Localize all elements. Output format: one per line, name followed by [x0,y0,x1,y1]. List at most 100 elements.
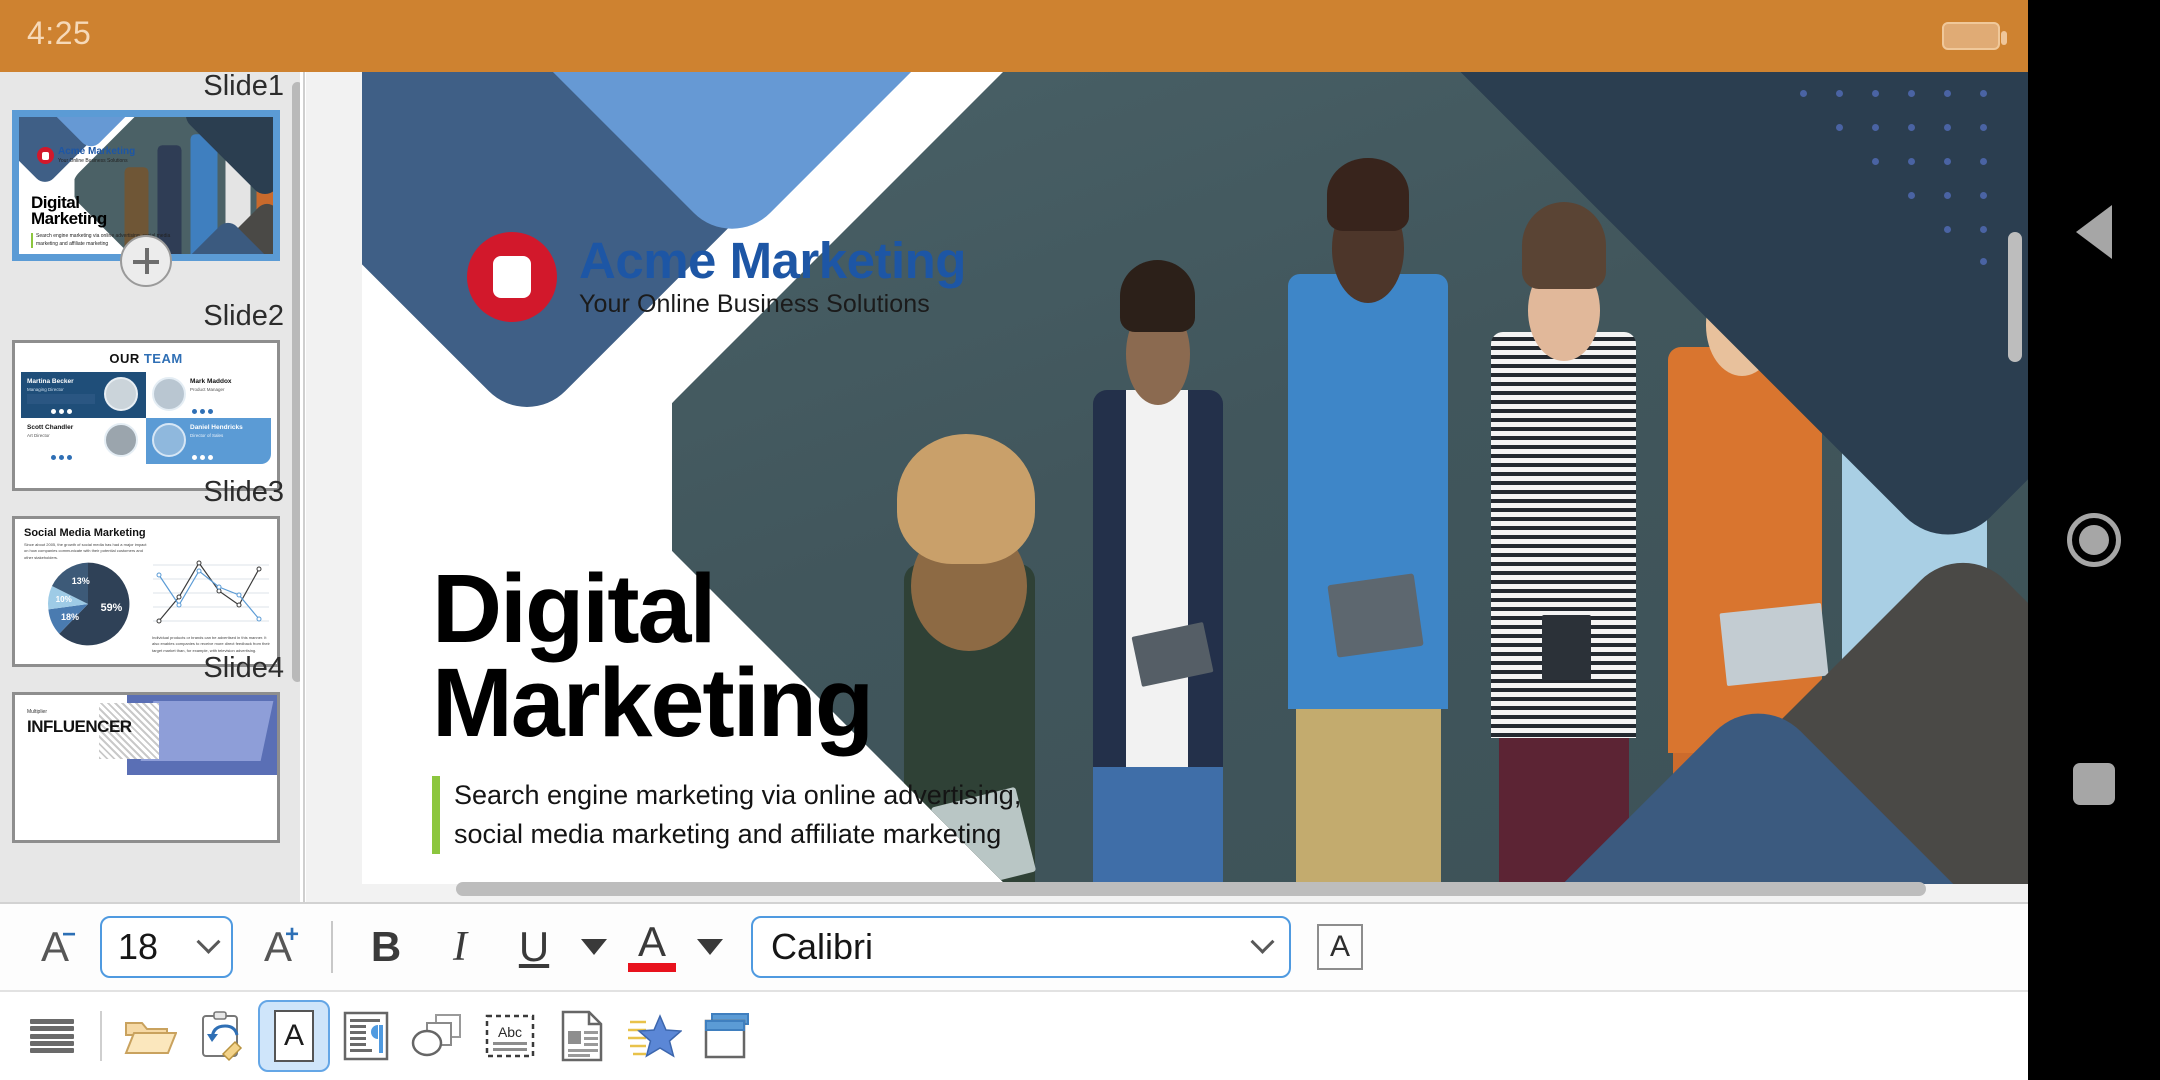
paragraph-layout-icon [343,1011,389,1061]
underline-options-chevron-icon[interactable] [581,939,607,955]
bottom-toolbar[interactable]: A Abc [0,990,2028,1080]
svg-text:10%: 10% [56,595,72,604]
status-bar: 4:25 [0,0,2028,72]
pie-chart: 59% 18% 10% 13% [48,562,130,646]
bold-button[interactable]: B [349,913,423,981]
font-name-value: Calibri [771,926,874,967]
chevron-down-icon[interactable] [196,929,221,954]
slideshow-button[interactable] [690,1000,762,1072]
brand-logo: Acme Marketing Your Online Business Solu… [467,232,966,322]
brand-tagline: Your Online Business Solutions [579,290,930,318]
hamburger-menu-button[interactable] [16,1000,88,1072]
android-recents-button[interactable] [2028,748,2160,820]
shapes-icon [411,1014,461,1057]
hamburger-menu-icon [30,1019,74,1053]
toolbar-divider [331,921,333,973]
slideshow-icon [704,1013,749,1059]
text-style-button[interactable]: A [1317,924,1363,970]
slide-title: Digital Marketing [432,554,874,758]
paragraph-layout-button[interactable] [330,1000,402,1072]
spellcheck-abc-icon: Abc [485,1014,535,1058]
slide-thumbnail-4[interactable]: Multiplier INFLUENCER [12,692,280,843]
slide-panel-scrollbar[interactable] [292,82,300,682]
battery-icon [1942,22,2007,50]
slide-label-2: Slide2 [203,300,284,332]
text-format-button[interactable]: A [258,1000,330,1072]
font-size-input[interactable]: 18 [100,916,233,978]
android-navigation-bar[interactable] [2028,0,2160,1080]
font-color-options-chevron-icon[interactable] [697,939,723,955]
undo-clipboard-icon [202,1011,243,1062]
slide-canvas-area[interactable]: Acme Marketing Your Online Business Solu… [306,72,2028,902]
member-name-1: Martina Becker [27,378,74,385]
underline-button[interactable]: U [497,913,571,981]
shapes-button[interactable] [402,1000,474,1072]
android-back-button[interactable] [2028,196,2160,268]
slide-thumbnail-panel[interactable]: Slide1 Acme Marketing Your Online Busine… [0,72,300,902]
slide2-heading-b: TEAM [143,351,183,366]
slide4-eyebrow: Multiplier [27,709,48,715]
slide-label-1: Slide1 [203,72,284,102]
font-color-swatch [628,963,676,973]
svg-text:59%: 59% [101,602,123,614]
decrease-font-sup: − [61,921,76,948]
canvas-horizontal-scrollbar[interactable] [456,882,1926,896]
svg-text:Abc: Abc [498,1024,522,1040]
brand-name: Acme Marketing [579,232,966,289]
font-name-input[interactable]: Calibri [751,916,1291,978]
svg-text:18%: 18% [61,612,79,622]
slide-subtitle: Search engine marketing via online adver… [454,780,1022,850]
font-color-label: A [637,917,666,965]
current-slide[interactable]: Acme Marketing Your Online Business Solu… [362,72,2028,884]
font-name-chevron-down-icon[interactable] [1250,929,1275,954]
insert-document-icon [561,1010,603,1062]
star-animation-icon [628,1014,682,1058]
member-role-4: Director of Sales [190,433,224,438]
android-home-button[interactable] [2028,504,2160,576]
decrease-font-size-button[interactable]: A − [18,913,92,981]
home-circle-icon [2067,513,2121,567]
text-format-icon: A [274,1010,314,1062]
canvas-vertical-scrollbar[interactable] [2008,232,2022,362]
animation-button[interactable] [618,1000,690,1072]
decor-dot-grid [1790,80,2020,270]
insert-document-button[interactable] [546,1000,618,1072]
screen: 4:25 Slide1 Acme Marketing Your Online B… [0,0,2160,1080]
slide-label-3: Slide3 [203,476,284,508]
open-file-button[interactable] [114,1000,186,1072]
member-role-3: Art Director [27,433,50,438]
font-color-button[interactable]: A [617,913,687,981]
logo-mark-icon [467,232,557,322]
slide2-heading-a: OUR [109,351,144,366]
app-body: Slide1 Acme Marketing Your Online Busine… [0,72,2028,1080]
svg-text:13%: 13% [72,576,90,586]
add-slide-icon[interactable] [120,235,172,287]
slide-thumbnail-3[interactable]: Social Media Marketing Since about 2005,… [12,516,280,667]
slide4-heading: INFLUENCER [27,717,132,736]
recents-square-icon [2073,763,2115,805]
line-chart [153,560,269,624]
undo-redo-button[interactable] [186,1000,258,1072]
slide-thumbnail-2[interactable]: OUR TEAM Martina Becker Managing Directo… [12,340,280,491]
status-clock: 4:25 [27,15,92,51]
folder-open-icon [124,1022,177,1054]
slide3-heading: Social Media Marketing [24,527,146,539]
member-role-1: Managing Director [27,387,64,392]
slide-label-4: Slide4 [203,652,284,684]
member-role-2: Product Manager [190,387,225,392]
member-name-3: Scott Chandler [27,424,74,431]
bottom-toolbar-divider [100,1011,102,1061]
increase-font-size-button[interactable]: A + [241,913,315,981]
panel-divider [303,72,305,902]
format-toolbar[interactable]: A − 18 A + B I U A Calibri A [0,902,2028,990]
font-size-value: 18 [118,926,159,967]
increase-font-sup: + [284,921,299,948]
italic-button[interactable]: I [423,913,497,981]
member-name-2: Mark Maddox [190,378,232,385]
spellcheck-button[interactable]: Abc [474,1000,546,1072]
title-text-box[interactable]: Digital Marketing Search engine marketing… [432,554,1022,855]
member-name-4: Daniel Hendricks [190,424,243,431]
subtitle-group[interactable]: Search engine marketing via online adver… [432,776,1022,855]
accent-bar [432,776,440,855]
back-triangle-icon [2076,205,2112,259]
